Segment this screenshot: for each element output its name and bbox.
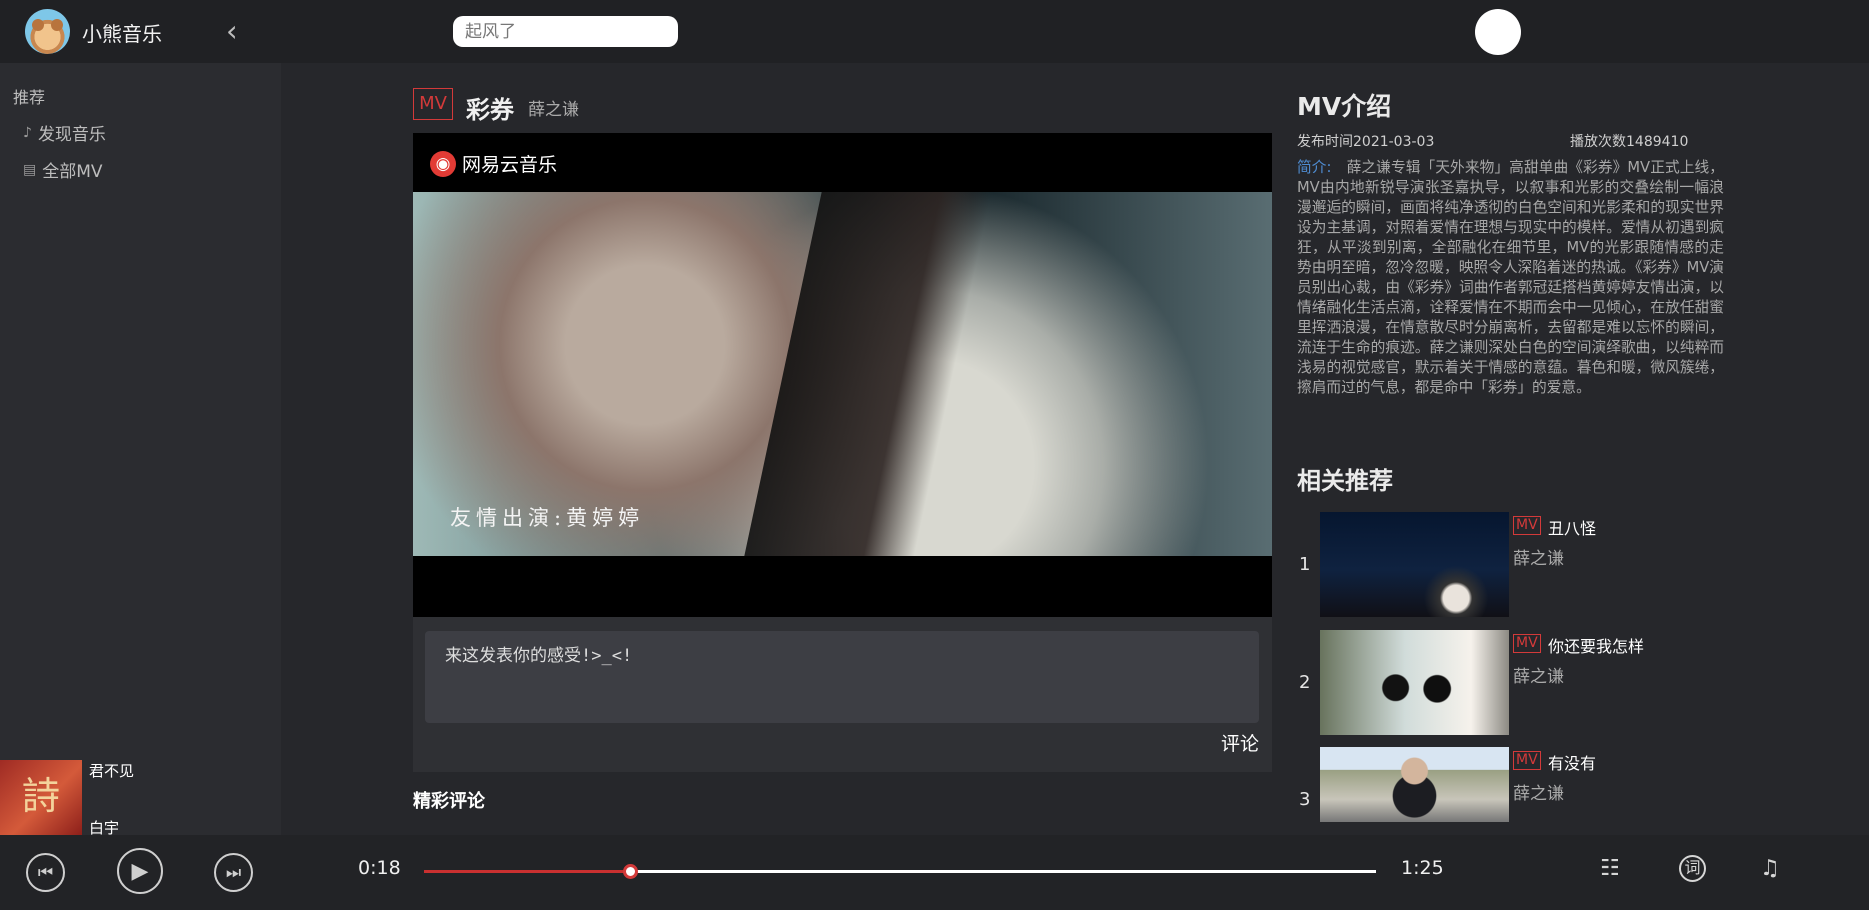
recommendation-artist[interactable]: 薛之谦	[1513, 662, 1564, 687]
lyrics-icon[interactable]: 词	[1679, 855, 1706, 882]
recommendation-item[interactable]: 1 MV 丑八怪 薛之谦	[1296, 512, 1746, 617]
recommendation-title[interactable]: 有没有	[1548, 750, 1596, 774]
current-time: 0:18	[358, 857, 401, 879]
duration-time: 1:25	[1401, 857, 1444, 879]
comment-composer: 评论	[413, 617, 1272, 772]
previous-icon[interactable]: ⏮	[26, 853, 65, 892]
user-avatar[interactable]	[1475, 9, 1521, 55]
sidebar: 推荐 ♪ 发现音乐 ▤ 全部MV 詩 君不见 白宇	[0, 63, 281, 837]
video-subtitle: 友情出演:黄婷婷	[450, 506, 645, 530]
sidebar-item-discover-music[interactable]: ♪ 发现音乐	[23, 120, 106, 146]
recommendation-index: 3	[1299, 789, 1311, 810]
search-input[interactable]	[453, 16, 678, 47]
comment-submit-button[interactable]: 评论	[1221, 729, 1259, 756]
publish-date: 发布时间2021-03-03	[1297, 134, 1435, 150]
mv-badge: MV	[1513, 751, 1541, 770]
mv-badge: MV	[1513, 634, 1541, 653]
mv-video-player[interactable]: ◉ 网易云音乐 友情出演:黄婷婷	[413, 133, 1272, 617]
comment-textarea[interactable]	[425, 631, 1259, 723]
queue-music-icon[interactable]: ♫	[1760, 855, 1780, 883]
play-icon[interactable]: ▶	[117, 848, 163, 894]
playlist-icon[interactable]: ☷	[1600, 855, 1620, 883]
bear-logo-icon[interactable]	[25, 9, 70, 54]
recommendation-title[interactable]: 丑八怪	[1548, 515, 1596, 539]
mv-intro-title: MV介绍	[1297, 92, 1392, 121]
sidebar-item-label: 发现音乐	[37, 125, 106, 145]
play-count: 播放次数1489410	[1570, 134, 1689, 150]
next-icon[interactable]: ⏭	[214, 853, 253, 892]
sidebar-item-all-mv[interactable]: ▤ 全部MV	[23, 157, 103, 183]
video-brand-label: 网易云音乐	[462, 154, 558, 176]
mv-badge: MV	[413, 88, 453, 120]
description-text: 薛之谦专辑「天外来物」高甜单曲《彩券》MV正式上线，MV由内地新锐导演张圣嘉执导…	[1297, 159, 1724, 396]
sidebar-section-recommend: 推荐	[13, 88, 46, 107]
recommendation-artist[interactable]: 薛之谦	[1513, 779, 1564, 804]
hot-comments-title: 精彩评论	[413, 791, 485, 812]
recommendation-index: 1	[1299, 554, 1311, 575]
progress-fill	[424, 870, 630, 873]
progress-handle[interactable]	[622, 864, 638, 879]
recommendation-thumbnail[interactable]	[1320, 512, 1509, 617]
document-icon: ▤	[23, 161, 37, 178]
app-title: 小熊音乐	[82, 22, 162, 46]
mv-description: 简介: 薛之谦专辑「天外来物」高甜单曲《彩券》MV正式上线，MV由内地新锐导演张圣…	[1297, 158, 1724, 398]
now-playing-cover[interactable]: 詩	[0, 760, 82, 835]
mv-title: 彩券	[466, 96, 514, 124]
video-frame: 友情出演:黄婷婷	[413, 192, 1272, 556]
mv-badge: MV	[1513, 516, 1541, 535]
music-note-icon: ♪	[23, 124, 32, 141]
mv-artist-link[interactable]: 薛之谦	[528, 95, 579, 120]
netease-music-icon: ◉	[430, 150, 456, 177]
playback-progress-bar[interactable]	[424, 864, 1376, 879]
description-label: 简介:	[1297, 159, 1332, 176]
recommendation-index: 2	[1299, 672, 1311, 693]
now-playing-title: 君不见	[89, 762, 135, 780]
recommendation-thumbnail[interactable]	[1320, 630, 1509, 735]
related-recommendations-title: 相关推荐	[1297, 467, 1393, 495]
video-frame-shadow	[744, 192, 992, 556]
bottom-player: ⏮ ▶ ⏭ 0:18 1:25 ☷ 词 ♫	[0, 835, 1869, 910]
recommendation-item[interactable]: 2 MV 你还要我怎样 薛之谦	[1296, 630, 1746, 735]
sidebar-item-label: 全部MV	[42, 162, 103, 182]
recommendation-thumbnail[interactable]	[1320, 747, 1509, 822]
video-brand: ◉ 网易云音乐	[430, 150, 557, 177]
top-bar: 小熊音乐 ‹	[0, 0, 1869, 63]
recommendation-title[interactable]: 你还要我怎样	[1548, 633, 1644, 657]
recommendation-artist[interactable]: 薛之谦	[1513, 544, 1564, 569]
chevron-left-icon[interactable]: ‹	[226, 17, 238, 46]
